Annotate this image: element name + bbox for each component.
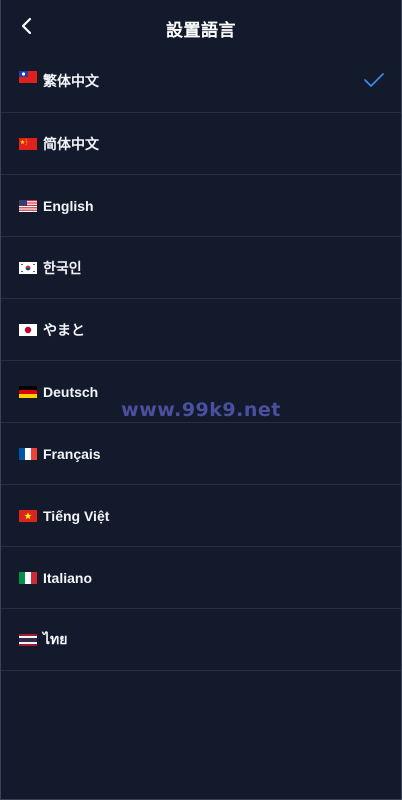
header-bar: 設置語言 <box>0 0 402 52</box>
korea-flag-icon <box>19 261 37 274</box>
language-label: Tiếng Việt <box>43 507 110 524</box>
language-list: 繁体中文 简体中文 English 한국인 やまと Deutsch França… <box>0 52 402 671</box>
japan-flag-icon <box>19 323 37 336</box>
back-button[interactable] <box>14 13 40 39</box>
taiwan-flag-icon <box>19 71 37 83</box>
language-label: Italiano <box>43 569 93 586</box>
china-flag-icon <box>19 137 37 150</box>
language-item-korean[interactable]: 한국인 <box>0 237 402 299</box>
watermark-text: www.99k9.net <box>121 399 281 421</box>
language-label: 简体中文 <box>43 135 99 152</box>
language-item-english[interactable]: English <box>0 175 402 237</box>
language-label: Français <box>43 445 101 462</box>
chevron-left-icon <box>21 17 32 35</box>
language-item-traditional-chinese[interactable]: 繁体中文 <box>0 52 402 113</box>
thailand-flag-icon <box>19 633 37 646</box>
language-label: ไทย <box>43 630 68 647</box>
page-title: 設置語言 <box>166 20 236 40</box>
france-flag-icon <box>19 447 37 460</box>
language-label: やまと <box>43 321 85 338</box>
italy-flag-icon <box>19 571 37 584</box>
check-icon <box>364 73 384 87</box>
language-label: 繁体中文 <box>43 73 99 89</box>
language-item-french[interactable]: Français <box>0 423 402 485</box>
vietnam-flag-icon <box>19 509 37 522</box>
germany-flag-icon <box>19 385 37 398</box>
usa-flag-icon <box>19 199 37 212</box>
language-item-vietnamese[interactable]: Tiếng Việt <box>0 485 402 547</box>
language-label: 한국인 <box>43 259 82 276</box>
language-item-japanese[interactable]: やまと <box>0 299 402 361</box>
language-label: English <box>43 197 94 214</box>
language-item-simplified-chinese[interactable]: 简体中文 <box>0 113 402 175</box>
language-item-thai[interactable]: ไทย <box>0 609 402 671</box>
language-label: Deutsch <box>43 383 99 400</box>
language-item-italian[interactable]: Italiano <box>0 547 402 609</box>
